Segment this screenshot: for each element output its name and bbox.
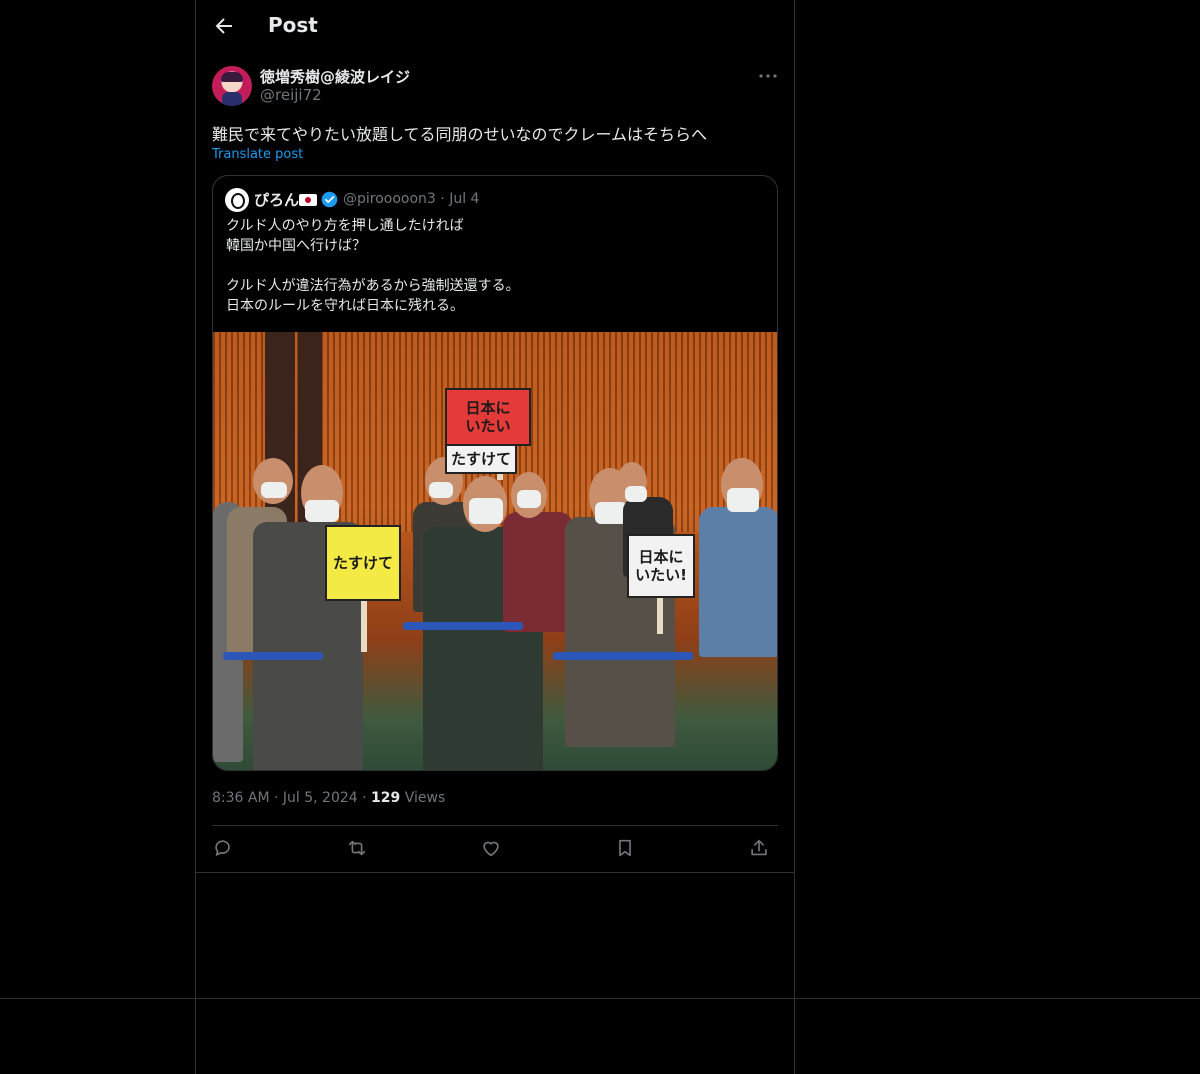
bookmark-icon[interactable]: [614, 837, 636, 859]
translate-post-link[interactable]: Translate post: [212, 147, 303, 162]
views-count: 129: [371, 790, 401, 806]
person: [699, 507, 777, 657]
avatar[interactable]: [212, 66, 252, 106]
more-dots-icon[interactable]: [756, 64, 780, 88]
sign-stick: [657, 594, 663, 634]
separator-dot: ·: [274, 790, 283, 806]
page-title: Post: [268, 13, 318, 37]
divider: [0, 998, 1200, 999]
japan-flag-icon: [299, 194, 317, 206]
action-bar: [212, 837, 778, 861]
quote-text: クルド人のやり方を押し通したければ 韓国か中国へ行けば？ クルド人が違法行為があ…: [226, 218, 520, 314]
person: [503, 512, 573, 632]
face-mask: [469, 498, 503, 524]
face-mask: [517, 490, 541, 508]
divider: [212, 825, 778, 826]
page-header: Post: [196, 0, 794, 53]
post-date[interactable]: Jul 5, 2024: [283, 790, 358, 806]
quote-author-name[interactable]: ぴろん: [254, 189, 299, 210]
author-name[interactable]: 徳増秀樹@綾波レイジ: [260, 66, 410, 87]
post-meta: 8:36 AM · Jul 5, 2024 · 129 Views: [212, 790, 445, 806]
reply-icon[interactable]: [212, 837, 234, 859]
quote-author-handle[interactable]: @pirooooon3: [343, 191, 436, 207]
quote-avatar[interactable]: [225, 188, 249, 212]
separator-dot: ·: [362, 790, 372, 806]
like-heart-icon[interactable]: [480, 837, 502, 859]
quote-date[interactable]: Jul 4: [449, 191, 479, 207]
separator-dot: ·: [440, 191, 450, 207]
chair: [403, 622, 523, 630]
post-time[interactable]: 8:36 AM: [212, 790, 270, 806]
chair: [553, 652, 693, 660]
share-icon[interactable]: [748, 837, 770, 859]
divider: [196, 872, 794, 873]
protest-sign: 日本に いたい!: [627, 534, 695, 598]
chair: [223, 652, 323, 660]
face-mask: [305, 500, 339, 522]
post-text: 難民で来てやりたい放題してる同朋のせいなのでクレームはそちらへ: [212, 125, 708, 144]
protest-sign: 日本に いたい: [445, 388, 531, 446]
attached-photo[interactable]: 日本に いたい たすけて たすけて 日本に いたい!: [213, 332, 777, 770]
author-handle[interactable]: @reiji72: [260, 86, 322, 104]
quote-meta: @pirooooon3 · Jul 4: [343, 191, 479, 207]
face-mask: [429, 482, 453, 498]
repost-icon[interactable]: [346, 837, 368, 859]
sign-stick: [361, 592, 367, 652]
arrow-left-icon[interactable]: [212, 14, 236, 38]
protest-sign: たすけて: [325, 525, 401, 601]
quoted-post[interactable]: ぴろん @pirooooon3 · Jul 4 クルド人のやり方を押し通したけれ…: [212, 175, 778, 771]
face-mask: [261, 482, 287, 498]
views-label: Views: [404, 790, 446, 806]
protest-sign: たすけて: [445, 444, 517, 474]
primary-column: Post 徳増秀樹@綾波レイジ @reiji72 難民で来てやりたい放題してる同…: [195, 0, 795, 1074]
verified-badge-icon: [321, 191, 338, 208]
face-mask: [625, 486, 647, 502]
face-mask: [727, 488, 759, 512]
